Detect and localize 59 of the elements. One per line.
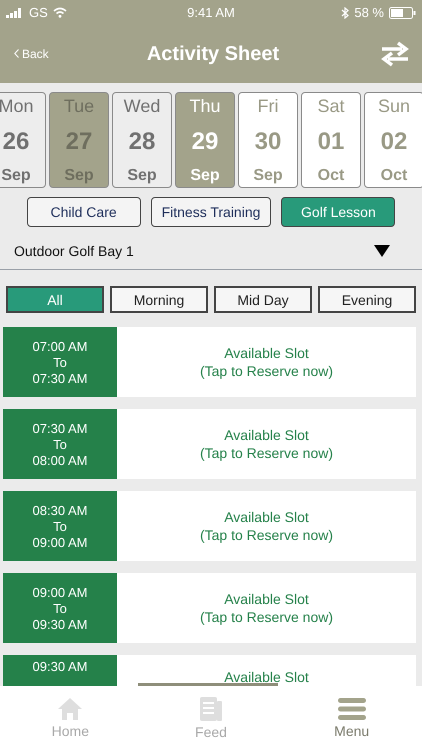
slot-status: Available Slot (224, 345, 309, 361)
date-tab[interactable]: Sat 01 Oct (301, 92, 361, 188)
end-time: 09:30 AM (32, 616, 88, 632)
date-tab[interactable]: Thu 29 Sep (175, 92, 235, 188)
start-time: 07:30 AM (32, 420, 88, 436)
time-filter-tab[interactable]: All (6, 286, 104, 313)
clock-time: 9:41 AM (187, 5, 235, 20)
to-label: To (53, 436, 67, 452)
time-slot-card[interactable]: 09:30 AM Available Slot (3, 655, 416, 686)
end-time: 08:00 AM (32, 452, 88, 468)
reserve-hint: (Tap to Reserve now) (200, 609, 334, 625)
slot-status: Available Slot (224, 509, 309, 525)
date-tab[interactable]: Mon 26 Sep (0, 92, 46, 188)
home-icon (57, 697, 84, 721)
time-slot-card[interactable]: 07:30 AM To 08:00 AM Available Slot (Tap to Reserve now) (3, 409, 416, 479)
start-time: 08:30 AM (32, 502, 88, 518)
dropdown-triangle-icon (374, 245, 390, 257)
menu-icon (336, 697, 367, 721)
time-filter-tab[interactable]: Morning (110, 286, 208, 313)
reserve-hint: (Tap to Reserve now) (200, 527, 334, 543)
screen-title: Activity Sheet (146, 42, 280, 66)
reserve-hint: (Tap to Reserve now) (200, 445, 334, 461)
start-time: 09:30 AM (32, 659, 88, 674)
start-time: 09:00 AM (32, 584, 88, 600)
time-filter-tab[interactable]: Evening (318, 286, 416, 313)
date-tab[interactable]: Wed 28 Sep (112, 92, 172, 188)
tab-bar-item[interactable]: Home (0, 686, 141, 750)
location-value: Outdoor Golf Bay 1 (14, 243, 134, 259)
location-dropdown[interactable]: Outdoor Golf Bay 1 (0, 239, 422, 270)
time-slot-card[interactable]: 09:00 AM To 09:30 AM Available Slot (Tap to Reserve now) (3, 573, 416, 643)
signal-icon (6, 8, 24, 18)
to-label: To (53, 600, 67, 616)
chevron-left-icon (14, 49, 19, 58)
slot-status: Available Slot (224, 669, 309, 685)
carrier-name: GS (29, 5, 48, 20)
slot-status: Available Slot (224, 427, 309, 443)
end-time: 07:30 AM (32, 370, 88, 386)
to-label: To (53, 354, 67, 370)
category-button[interactable]: Golf Lesson (281, 197, 396, 227)
date-tab[interactable]: Sun 02 Oct (364, 92, 422, 188)
back-link[interactable]: Back (14, 47, 104, 61)
slot-status: Available Slot (224, 591, 309, 607)
battery-icon (388, 6, 416, 18)
tab-bar-item[interactable]: Menu (281, 686, 422, 750)
category-button[interactable]: Fitness Training (150, 197, 272, 227)
to-label: To (53, 518, 67, 534)
time-slot-card[interactable]: 08:30 AM To 09:00 AM Available Slot (Tap to Reserve now) (3, 491, 416, 561)
reserve-hint: (Tap to Reserve now) (200, 363, 334, 379)
tab-bar-item[interactable]: Feed (140, 686, 282, 750)
battery-percent: 58 % (354, 5, 384, 20)
start-time: 07:00 AM (32, 338, 88, 354)
date-tab[interactable]: Fri 30 Sep (238, 92, 298, 188)
time-slot-card[interactable]: 07:00 AM To 07:30 AM Available Slot (Tap to Reserve now) (3, 327, 416, 397)
wifi-icon (52, 7, 67, 18)
time-filter-tab[interactable]: Mid Day (214, 286, 312, 313)
newspaper-icon (199, 696, 223, 722)
end-time: 09:00 AM (32, 534, 88, 550)
bluetooth-icon (341, 6, 350, 18)
category-button[interactable]: Child Care (26, 197, 141, 227)
